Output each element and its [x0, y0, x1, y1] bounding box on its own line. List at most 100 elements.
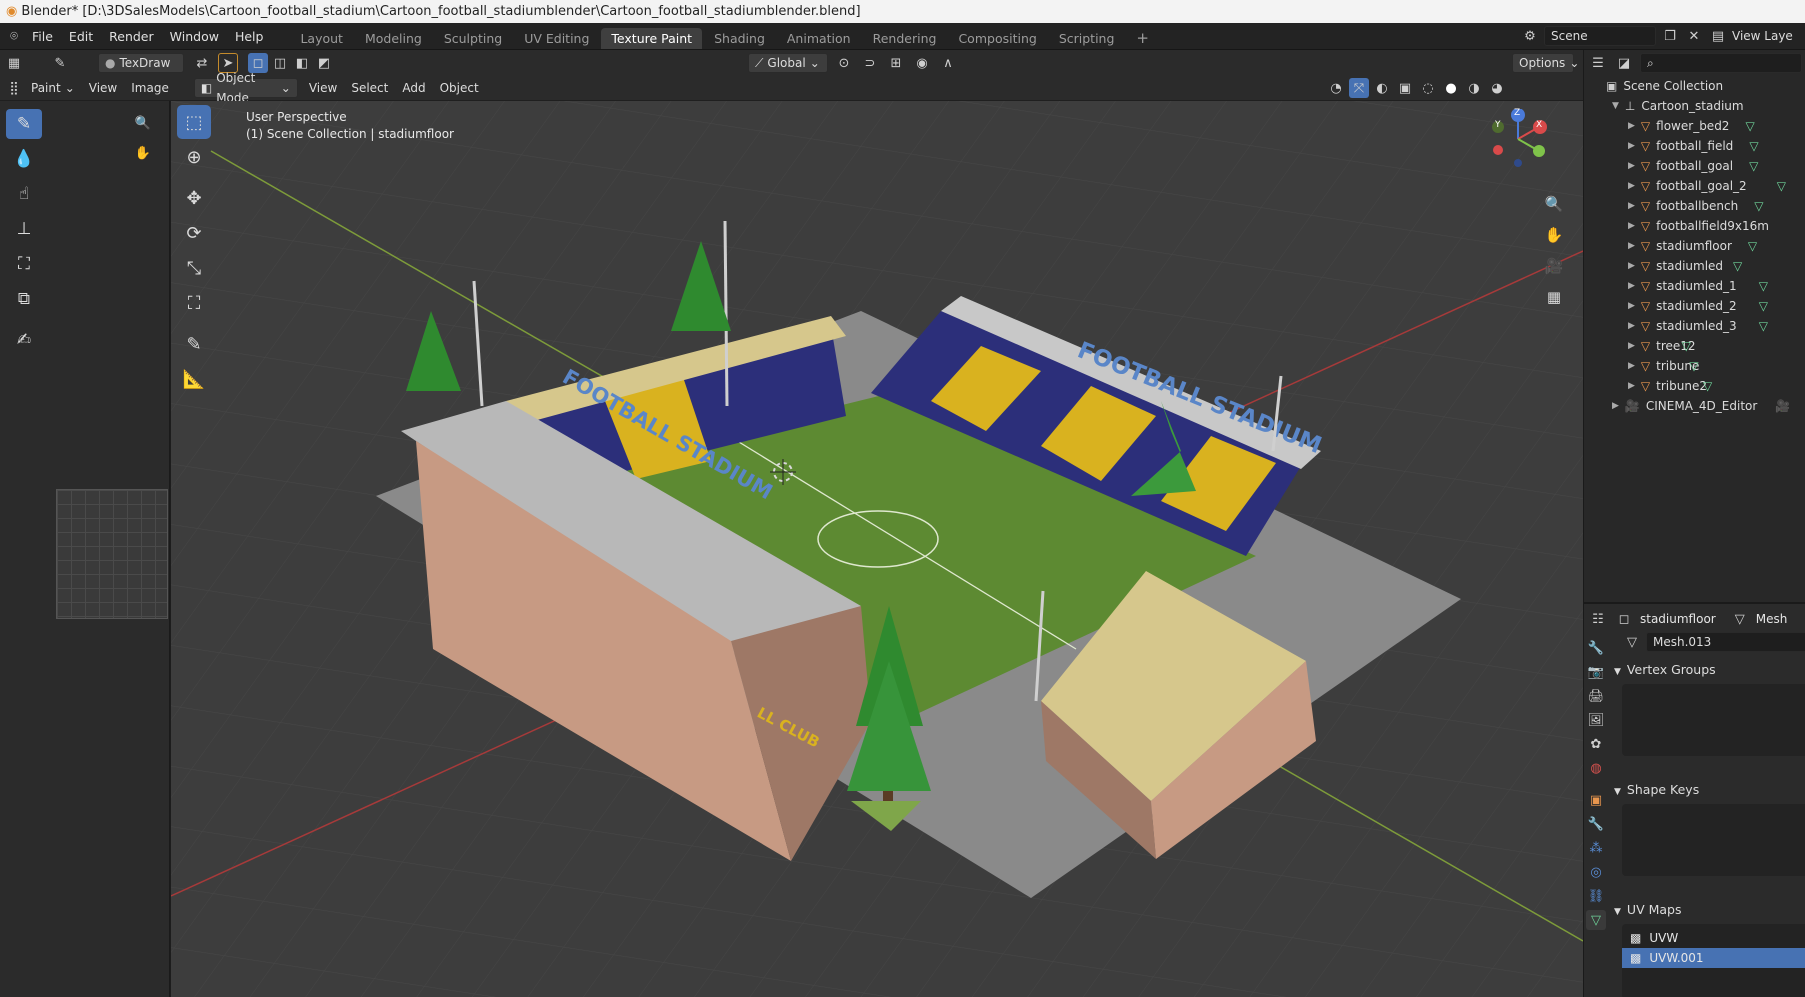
outliner-object-row[interactable]: ▶ ▽ football_field ▽: [1628, 136, 1759, 156]
scene-name-field[interactable]: Scene: [1544, 26, 1656, 46]
view-menu-left[interactable]: View: [82, 78, 124, 98]
image-editor-canvas[interactable]: [56, 489, 168, 619]
view-layer-name[interactable]: View Laye: [1732, 29, 1793, 43]
camera-view-icon[interactable]: 🎥: [1541, 253, 1567, 279]
navigation-gizmo[interactable]: Z X Y: [1483, 108, 1553, 171]
orthographic-toggle-icon[interactable]: ▦: [1541, 284, 1567, 310]
menu-help[interactable]: Help: [227, 23, 272, 50]
overlay-icon[interactable]: ◐: [1372, 78, 1392, 98]
brush-selector[interactable]: ● TexDraw: [98, 53, 184, 73]
add-menu[interactable]: Add: [395, 78, 432, 98]
solid-shading-icon[interactable]: ●: [1441, 78, 1461, 98]
outliner-object-row[interactable]: ▶ ▽ stadiumled_3 ▽: [1628, 316, 1768, 336]
snap-target-icon[interactable]: ⊞: [886, 53, 906, 73]
vertex-groups-header[interactable]: ▼ Vertex Groups: [1614, 662, 1716, 677]
particles-tab-icon[interactable]: ⁂: [1586, 838, 1606, 858]
select-intersect-icon[interactable]: ◩: [314, 53, 334, 73]
tab-sculpting[interactable]: Sculpting: [434, 28, 512, 49]
mesh-data-tab-icon[interactable]: ▽: [1586, 910, 1606, 930]
outliner-object-row[interactable]: ▶▽footballfield9x16m▽: [1628, 216, 1805, 236]
tab-compositing[interactable]: Compositing: [948, 28, 1046, 49]
shape-keys-header[interactable]: ▼ Shape Keys: [1614, 782, 1699, 797]
outliner-search-input[interactable]: ⌕: [1640, 53, 1802, 73]
outliner-object-row[interactable]: ▶ ▽ flower_bed2 ▽: [1628, 116, 1755, 136]
image-menu[interactable]: Image: [124, 78, 176, 98]
xray-icon[interactable]: ▣: [1395, 78, 1415, 98]
expand-arrow-icon[interactable]: ▶: [1628, 241, 1635, 251]
select-menu[interactable]: Select: [344, 78, 395, 98]
collection-row[interactable]: ▼ ⊥ Cartoon_stadium: [1612, 96, 1744, 116]
shape-keys-list[interactable]: [1622, 804, 1805, 876]
options-dropdown[interactable]: Options ⌄: [1512, 53, 1579, 73]
expand-arrow-icon[interactable]: ▶: [1628, 381, 1635, 391]
pan-hand-icon[interactable]: ✋: [133, 143, 153, 163]
scale-icon[interactable]: ⤡: [177, 251, 211, 285]
uv-map-row-active[interactable]: ▩ UVW.001: [1622, 948, 1805, 968]
expand-arrow-icon[interactable]: ▶: [1628, 161, 1635, 171]
draw-brush-icon[interactable]: ✎: [6, 109, 42, 139]
tab-shading[interactable]: Shading: [704, 28, 775, 49]
menu-file[interactable]: File: [24, 23, 61, 50]
physics-tab-icon[interactable]: ◎: [1586, 862, 1606, 882]
cursor-icon[interactable]: ⊕: [177, 140, 211, 174]
measure-icon[interactable]: 📐: [177, 362, 211, 396]
clone-icon[interactable]: ⊥: [6, 214, 42, 244]
outliner-object-row[interactable]: ▶ ▽ stadiumled ▽: [1628, 256, 1742, 276]
material-shading-icon[interactable]: ◑: [1464, 78, 1484, 98]
expand-arrow-icon[interactable]: ▶: [1628, 301, 1635, 311]
mask-icon[interactable]: ⧉: [6, 284, 42, 314]
tab-animation[interactable]: Animation: [777, 28, 861, 49]
close-scene-icon[interactable]: ✕: [1684, 26, 1704, 46]
object-tab-icon[interactable]: ▣: [1586, 790, 1606, 810]
mesh-name-field[interactable]: Mesh.013: [1646, 632, 1805, 652]
menu-render[interactable]: Render: [101, 23, 162, 50]
menu-edit[interactable]: Edit: [61, 23, 101, 50]
orientation-dropdown[interactable]: ⟋ Global ⌄: [748, 53, 828, 73]
menu-window[interactable]: Window: [162, 23, 227, 50]
tab-modeling[interactable]: Modeling: [355, 28, 432, 49]
expand-arrow-icon[interactable]: ▶: [1612, 401, 1619, 411]
tool-tab-icon[interactable]: 🔧: [1586, 638, 1606, 658]
expand-arrow-icon[interactable]: ▶: [1628, 361, 1635, 371]
object-menu[interactable]: Object: [433, 78, 486, 98]
expand-arrow-icon[interactable]: ▶: [1628, 261, 1635, 271]
blender-menu-icon[interactable]: ⌾: [4, 26, 24, 46]
tab-uv-editing[interactable]: UV Editing: [514, 28, 599, 49]
paint-menu[interactable]: Paint ⌄: [24, 78, 82, 98]
cinema-editor-row[interactable]: ▶ 🎥 CINEMA_4D_Editor 🎥: [1612, 396, 1790, 416]
expand-arrow-icon[interactable]: ▶: [1628, 221, 1635, 231]
select-subtract-icon[interactable]: ◧: [292, 53, 312, 73]
fill-icon[interactable]: ⛶: [6, 249, 42, 279]
outliner-object-row[interactable]: ▶ ▽ stadiumled_2 ▽: [1628, 296, 1768, 316]
vertex-groups-list[interactable]: [1622, 684, 1805, 756]
view-menu[interactable]: View: [302, 78, 344, 98]
visibility-icon[interactable]: ◔: [1326, 78, 1346, 98]
object-mode-dropdown[interactable]: ◧ Object Mode ⌄: [193, 71, 298, 105]
pan-view-icon[interactable]: ✋: [1541, 222, 1567, 248]
uv-map-row[interactable]: ▩ UVW: [1622, 928, 1805, 948]
view-layer-icon[interactable]: ▤: [1708, 26, 1728, 46]
soften-icon[interactable]: 💧: [6, 144, 42, 174]
outliner-object-row[interactable]: ▶ ▽ stadiumled_1 ▽: [1628, 276, 1768, 296]
view-layer-tab-icon[interactable]: 🖼: [1586, 710, 1606, 730]
uv-maps-header[interactable]: ▼ UV Maps: [1614, 902, 1682, 917]
expand-arrow-icon[interactable]: ▶: [1628, 321, 1635, 331]
snap-icon[interactable]: ⊃: [860, 53, 880, 73]
select-box-icon[interactable]: ⬚: [177, 105, 211, 139]
3d-viewport[interactable]: FOOTBALL STADIUM FOOTBALL STADIUM LL CLU…: [171, 101, 1583, 997]
editor-type-icon[interactable]: ▦: [4, 53, 24, 73]
output-tab-icon[interactable]: 🖨: [1586, 686, 1606, 706]
copy-scene-icon[interactable]: ❐: [1660, 26, 1680, 46]
expand-arrow-icon[interactable]: ▶: [1628, 281, 1635, 291]
scene-icon[interactable]: ⚙: [1520, 26, 1540, 46]
outliner-object-row[interactable]: ▶ ▽ football_goal_2 ▽: [1628, 176, 1786, 196]
zoom-view-icon[interactable]: 🔍: [1541, 191, 1567, 217]
rotate-icon[interactable]: ⟳: [177, 216, 211, 250]
outliner-object-row[interactable]: ▶ ▽ tree12 ▽: [1628, 336, 1696, 356]
expand-arrow-icon[interactable]: ▶: [1628, 341, 1635, 351]
mesh-browse-icon[interactable]: ▽: [1622, 632, 1642, 652]
outliner-object-row[interactable]: ▶ ▽ football_goal ▽: [1628, 156, 1758, 176]
transform-tool-icon[interactable]: ⛶: [177, 286, 211, 320]
annotate-tool-icon[interactable]: ✎: [177, 327, 211, 361]
properties-editor-icon[interactable]: ☷: [1588, 609, 1608, 629]
